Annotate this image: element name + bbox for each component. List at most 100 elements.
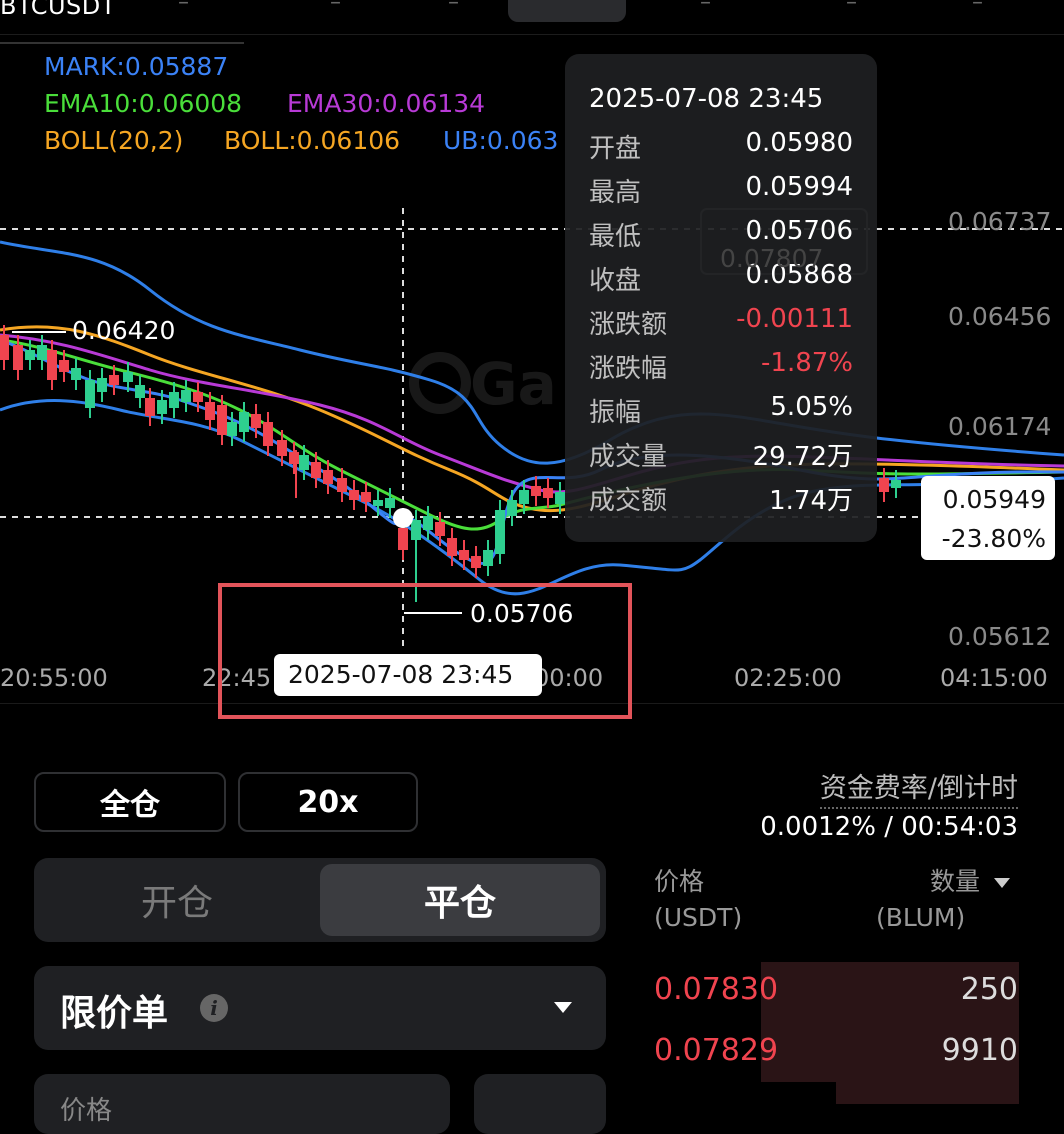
ohlc-tooltip: 2025-07-08 23:45 开盘 0.05980 最高 0.05994 最低 0.0… xyxy=(565,54,877,542)
ema30-indicator: EMA30:0.06134 xyxy=(287,89,486,118)
tooltip-row-label: 成交额 xyxy=(589,486,668,516)
candle-body xyxy=(311,462,321,478)
tooltip-row-value: 0.05980 xyxy=(745,128,853,158)
candle-body xyxy=(891,480,901,488)
watermark-logo: Ga xyxy=(409,350,557,418)
candle-body xyxy=(507,500,517,516)
boll-ub-indicator: UB:0.063 xyxy=(443,126,559,155)
candle-body xyxy=(97,378,107,392)
price-axis-label: 0.06737 xyxy=(948,207,1052,236)
candle-body xyxy=(385,498,395,508)
ask-qty: 250 xyxy=(960,972,1018,1007)
ema10-indicator: EMA10:0.06008 xyxy=(44,89,243,118)
time-axis-label: 20:55:00 xyxy=(0,664,108,692)
funding-rate-label[interactable]: 资金费率/倒计时 xyxy=(819,766,1018,809)
boll-indicator: BOLL(20,2) xyxy=(44,126,184,155)
candle-body xyxy=(543,488,553,498)
candle-body xyxy=(251,414,261,428)
candle-body xyxy=(37,345,47,360)
price-type-field[interactable] xyxy=(474,1074,606,1134)
ask-price: 0.07830 xyxy=(654,972,779,1007)
tooltip-row-value: 0.05994 xyxy=(745,172,853,202)
info-icon[interactable]: i xyxy=(200,994,228,1022)
candle-body xyxy=(145,398,155,416)
leverage-button[interactable]: 20x xyxy=(238,772,418,832)
price-axis-label: 0.06174 xyxy=(948,412,1052,441)
tooltip-row-label: 成交量 xyxy=(589,442,668,472)
orderbook-ask-row[interactable]: 0.07829 9910 xyxy=(654,1033,1018,1073)
candle-body xyxy=(47,350,57,380)
current-price: 0.05949 xyxy=(942,485,1046,514)
tooltip-row-value: 5.05% xyxy=(770,392,853,422)
tooltip-row-value: -1.87% xyxy=(761,348,853,378)
margin-mode-button[interactable]: 全仓 xyxy=(34,772,226,832)
candle-body xyxy=(59,360,69,372)
candle-body xyxy=(217,405,227,435)
tooltip-row-value: 1.74万 xyxy=(769,486,853,516)
funding-rate-value: 0.0012% / 00:54:03 xyxy=(760,812,1018,842)
price-input[interactable]: 价格 xyxy=(34,1074,450,1134)
candle-body xyxy=(373,500,383,506)
candle-body xyxy=(323,470,333,484)
candle-body xyxy=(519,490,529,504)
tooltip-row-label: 最高 xyxy=(589,178,642,208)
tooltip-row-value: 0.05706 xyxy=(745,216,853,246)
candle-body xyxy=(25,350,35,360)
candle-body xyxy=(471,556,481,568)
tooltip-datetime: 2025-07-08 23:45 xyxy=(589,84,824,114)
tooltip-row-label: 开盘 xyxy=(589,134,642,164)
candle-body xyxy=(435,522,445,536)
high-marker-label: 0.06420 xyxy=(72,316,176,345)
candle-body xyxy=(555,492,565,504)
price-header-text: 价格 xyxy=(654,867,705,896)
tooltip-row-label: 最低 xyxy=(589,222,642,252)
candle-body xyxy=(157,400,167,414)
ask-qty: 9910 xyxy=(941,1033,1018,1068)
candle-body xyxy=(361,492,371,502)
tab-open-position[interactable]: 开仓 xyxy=(34,858,320,942)
ask-price: 0.07829 xyxy=(654,1033,779,1068)
candle-body xyxy=(123,372,133,382)
orderbook-ask-row[interactable]: 0.07830 250 xyxy=(654,972,1018,1012)
tooltip-row-label: 涨跌幅 xyxy=(589,354,668,384)
current-price-label: 0.05949 -23.80% xyxy=(921,476,1055,560)
price-unit-text: (USDT) xyxy=(654,903,743,932)
candle-body xyxy=(337,478,347,492)
candle-body xyxy=(13,345,23,370)
orderbook-qty-header[interactable]: 数量 (BLUM) xyxy=(876,864,1010,936)
order-type-select[interactable]: 限价单 i xyxy=(34,966,606,1050)
price-input-label: 价格 xyxy=(60,1096,113,1126)
tooltip-row-label: 收盘 xyxy=(589,266,642,296)
tooltip-row-value: -0.00111 xyxy=(736,304,853,334)
crosshair-dot xyxy=(393,508,413,528)
candle-body xyxy=(349,490,359,500)
candle-body xyxy=(263,422,273,446)
tooltip-row-label: 振幅 xyxy=(589,398,642,428)
candle-body xyxy=(109,375,119,385)
price-axis-label: 0.05612 xyxy=(948,622,1052,651)
candle-body xyxy=(181,390,191,402)
chevron-down-icon xyxy=(554,1002,572,1013)
mark-indicator: MARK:0.05887 xyxy=(44,52,229,81)
boll-mid-indicator: BOLL:0.06106 xyxy=(224,126,401,155)
candle-body xyxy=(879,478,889,492)
time-axis-label: 04:15:00 xyxy=(940,664,1048,692)
tab-close-position[interactable]: 平仓 xyxy=(320,864,600,936)
orderbook-price-header: 价格 (USDT) xyxy=(654,864,742,936)
candle-body xyxy=(299,455,309,470)
candle-body xyxy=(423,516,433,530)
candle-body xyxy=(169,392,179,408)
candle-body xyxy=(227,422,237,436)
position-mode-toggle: 开仓 平仓 xyxy=(34,858,606,942)
caret-down-icon xyxy=(994,878,1010,888)
qty-header-text: 数量 xyxy=(929,867,980,896)
candle-body xyxy=(531,486,541,496)
candle-body xyxy=(277,440,287,456)
candle-body xyxy=(193,392,203,402)
price-box-value: 0.07807 xyxy=(720,244,824,273)
boll-lower-band xyxy=(0,399,1064,596)
candle-body xyxy=(239,412,249,432)
candle-body xyxy=(483,550,493,566)
candle-body xyxy=(85,380,95,408)
price-axis-label: 0.06456 xyxy=(948,302,1052,331)
